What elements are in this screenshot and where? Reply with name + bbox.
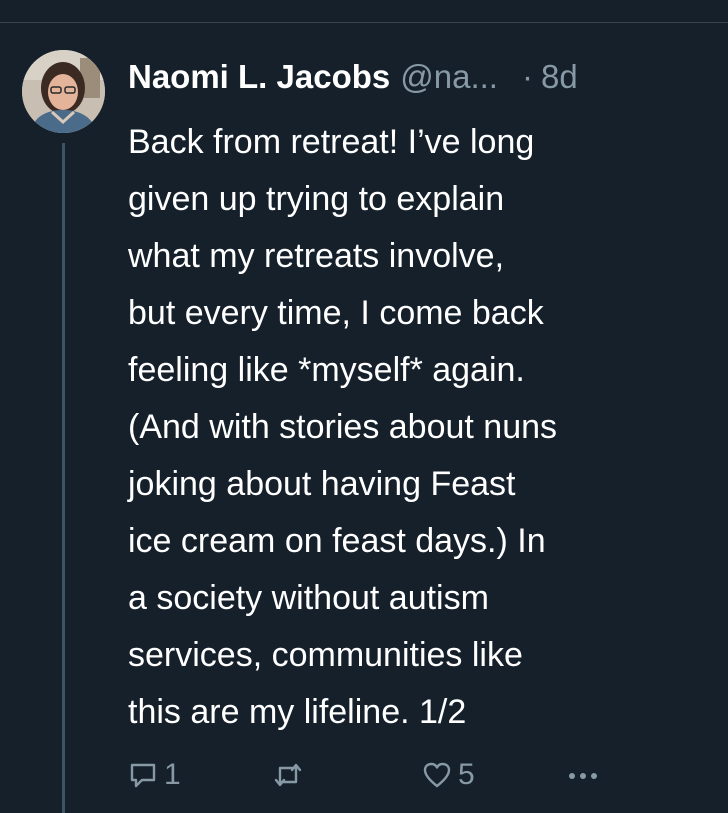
thread-line (62, 143, 65, 813)
more-options-button[interactable] (566, 752, 600, 798)
author-handle[interactable]: @na... (400, 58, 498, 96)
avatar[interactable] (22, 50, 105, 133)
reply-bubble-icon (128, 760, 158, 790)
reply-button[interactable]: 1 (128, 752, 181, 798)
tweet-timestamp[interactable]: 8d (541, 58, 578, 96)
author-display-name[interactable]: Naomi L. Jacobs (128, 58, 390, 96)
like-count: 5 (458, 758, 475, 791)
more-dots-icon (566, 760, 600, 790)
tweet-text-line: joking about having Feast (128, 465, 516, 503)
tweet-text-line: a society without autism (128, 579, 489, 617)
separator-dot: · (521, 58, 533, 95)
tweet-text: Back from retreat! I’ve long given up tr… (128, 114, 713, 741)
tweet-header: Naomi L. Jacobs @na... · 8d (128, 58, 578, 108)
tweet-text-line: what my retreats involve, (128, 237, 505, 275)
tweet-text-line: this are my lifeline. 1/2 (128, 693, 467, 731)
tweet-text-line: services, communities like (128, 636, 523, 674)
tweet-text-line: but every time, I come back (128, 294, 544, 332)
top-divider (0, 22, 728, 23)
heart-icon (422, 760, 452, 790)
tweet-thread-view: Naomi L. Jacobs @na... · 8d Back from re… (0, 0, 728, 813)
tweet-text-line: Back from retreat! I’ve long (128, 123, 535, 161)
tweet-text-line: (And with stories about nuns (128, 408, 558, 446)
tweet-text-line: given up trying to explain (128, 180, 505, 218)
like-button[interactable]: 5 (422, 752, 475, 798)
tweet-actions: 1 5 (128, 752, 708, 798)
tweet-text-line: feeling like *myself* again. (128, 351, 525, 389)
retweet-button[interactable] (272, 752, 310, 798)
tweet-text-line: ice cream on feast days.) In (128, 522, 546, 560)
retweet-icon (272, 760, 304, 790)
reply-count: 1 (164, 758, 181, 791)
